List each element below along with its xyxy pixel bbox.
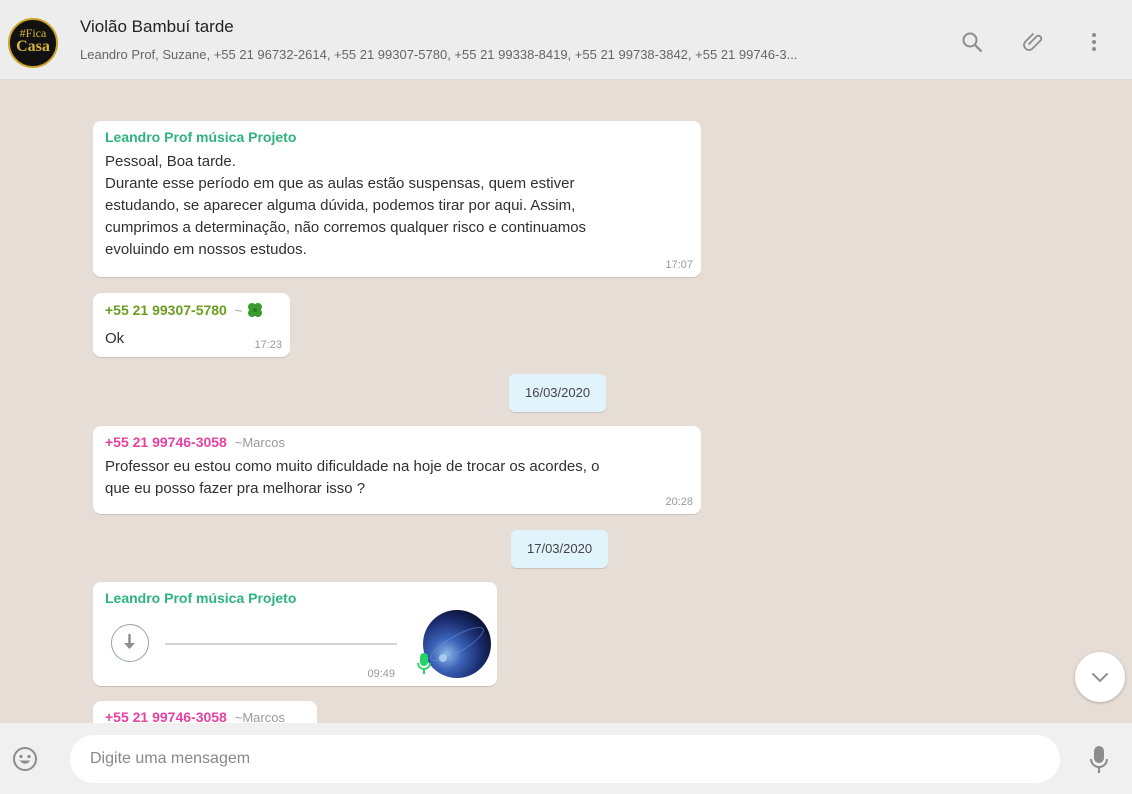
message-bubble[interactable]: +55 21 99746-3058 ~Marcos Professor eu e… [93,426,701,514]
download-button[interactable] [111,624,149,662]
message-sender[interactable]: +55 21 99307-5780 ~ [105,301,278,322]
message-text: Pessoal, Boa tarde. Durante esse período… [105,151,689,261]
message-line: Professor eu estou como muito dificuldad… [105,458,600,475]
message-text: Ok [105,330,125,347]
message-sender[interactable]: Leandro Prof música Projeto [105,590,485,606]
message-line: cumprimos a determinação, não corremos q… [105,219,587,236]
microphone-icon[interactable] [1089,745,1109,780]
compose-bar [0,723,1132,794]
audio-progress-track[interactable] [165,643,397,645]
message-sender[interactable]: +55 21 99746-3058 ~Marcos [105,434,689,450]
group-participants[interactable]: Leandro Prof, Suzane, +55 21 96732-2614,… [80,47,930,62]
message-time: 17:23 [254,339,282,351]
attach-icon[interactable] [1022,30,1046,54]
message-input[interactable] [70,735,1060,783]
microphone-icon [417,652,431,681]
message-line: que eu posso fazer pra melhorar isso ? [105,480,366,497]
menu-icon[interactable] [1082,30,1106,54]
message-line: Durante esse período em que as aulas est… [105,175,575,192]
message-time: 17:07 [665,259,693,271]
message-line: Pessoal, Boa tarde. [105,153,236,170]
chat-header: #Fica Casa Violão Bambuí tarde Leandro P… [0,0,1132,80]
sender-phone: +55 21 99746-3058 [105,434,227,450]
voice-message-bubble[interactable]: Leandro Prof música Projeto 09:49 [93,582,497,686]
date-separator: 17/03/2020 [511,530,609,568]
message-line: estudando, se aparecer alguma dúvida, po… [105,197,576,214]
group-avatar[interactable]: #Fica Casa [8,18,58,68]
message-bubble[interactable]: +55 21 99746-3058 ~Marcos [93,701,317,723]
message-list[interactable]: Leandro Prof música Projeto Pessoal, Boa… [0,81,1132,723]
message-bubble[interactable]: +55 21 99307-5780 ~ Ok 17:23 [93,293,290,357]
message-sender[interactable]: +55 21 99746-3058 ~Marcos [105,709,305,723]
scroll-to-bottom-button[interactable] [1075,652,1125,702]
sender-alias: ~Marcos [234,710,285,723]
date-separator: 16/03/2020 [509,374,607,412]
sender-alias: ~ [234,303,243,319]
download-arrow-icon [124,633,135,649]
chevron-down-icon [1092,673,1108,682]
search-icon[interactable] [960,30,984,54]
message-sender[interactable]: Leandro Prof música Projeto [105,129,689,145]
avatar-text-line2: Casa [16,38,50,55]
group-title[interactable]: Violão Bambuí tarde [80,17,234,37]
sender-phone: +55 21 99307-5780 [105,302,227,319]
sender-phone: +55 21 99746-3058 [105,709,227,723]
message-line: evoluindo em nossos estudos. [105,241,307,258]
sender-alias: ~Marcos [234,435,285,450]
emoji-icon[interactable] [12,746,38,777]
sender-profile-thumbnail [423,610,491,678]
message-text: Professor eu estou como muito dificuldad… [105,456,689,500]
message-time: 20:28 [665,496,693,508]
message-time: 09:49 [367,668,395,680]
four-leaf-clover-icon [246,301,264,322]
message-bubble[interactable]: Leandro Prof música Projeto Pessoal, Boa… [93,121,701,277]
